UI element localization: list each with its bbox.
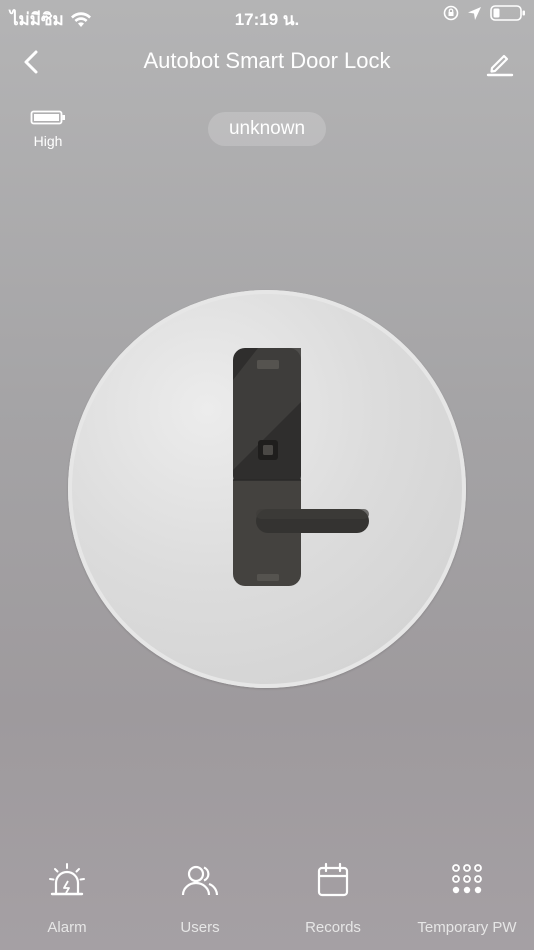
battery-level-label: High [33, 133, 63, 149]
device-battery-indicator: High [30, 110, 66, 149]
tab-alarm[interactable]: Alarm [0, 855, 134, 936]
orientation-lock-icon [443, 5, 459, 21]
users-icon [181, 865, 219, 896]
calendar-icon [317, 862, 349, 897]
tab-users-label: Users [180, 919, 220, 936]
keypad-icon [452, 864, 482, 894]
bottom-toolbar: Alarm Users Records Temporary PW [0, 855, 534, 950]
alarm-siren-icon [49, 863, 85, 896]
tab-records[interactable]: Records [266, 855, 400, 936]
navigation-bar: Autobot Smart Door Lock [0, 38, 534, 84]
tab-records-label: Records [305, 919, 361, 936]
lock-status-badge: unknown [208, 112, 326, 146]
tab-temporary-pw[interactable]: Temporary PW [400, 855, 534, 936]
status-icons [443, 5, 526, 21]
door-lock-icon [233, 348, 369, 586]
battery-status-icon [490, 5, 525, 21]
tab-alarm-label: Alarm [47, 919, 87, 936]
status-bar: ไม่มีซิม 17:19 น. [0, 0, 534, 32]
page-title: Autobot Smart Door Lock [143, 48, 391, 73]
edit-pencil-icon[interactable] [484, 46, 516, 78]
tab-temporary-pw-label: Temporary PW [417, 919, 517, 936]
unlock-dial[interactable] [68, 290, 466, 688]
battery-level-icon [30, 110, 65, 125]
tab-users[interactable]: Users [133, 855, 267, 936]
location-arrow-icon [468, 6, 481, 20]
